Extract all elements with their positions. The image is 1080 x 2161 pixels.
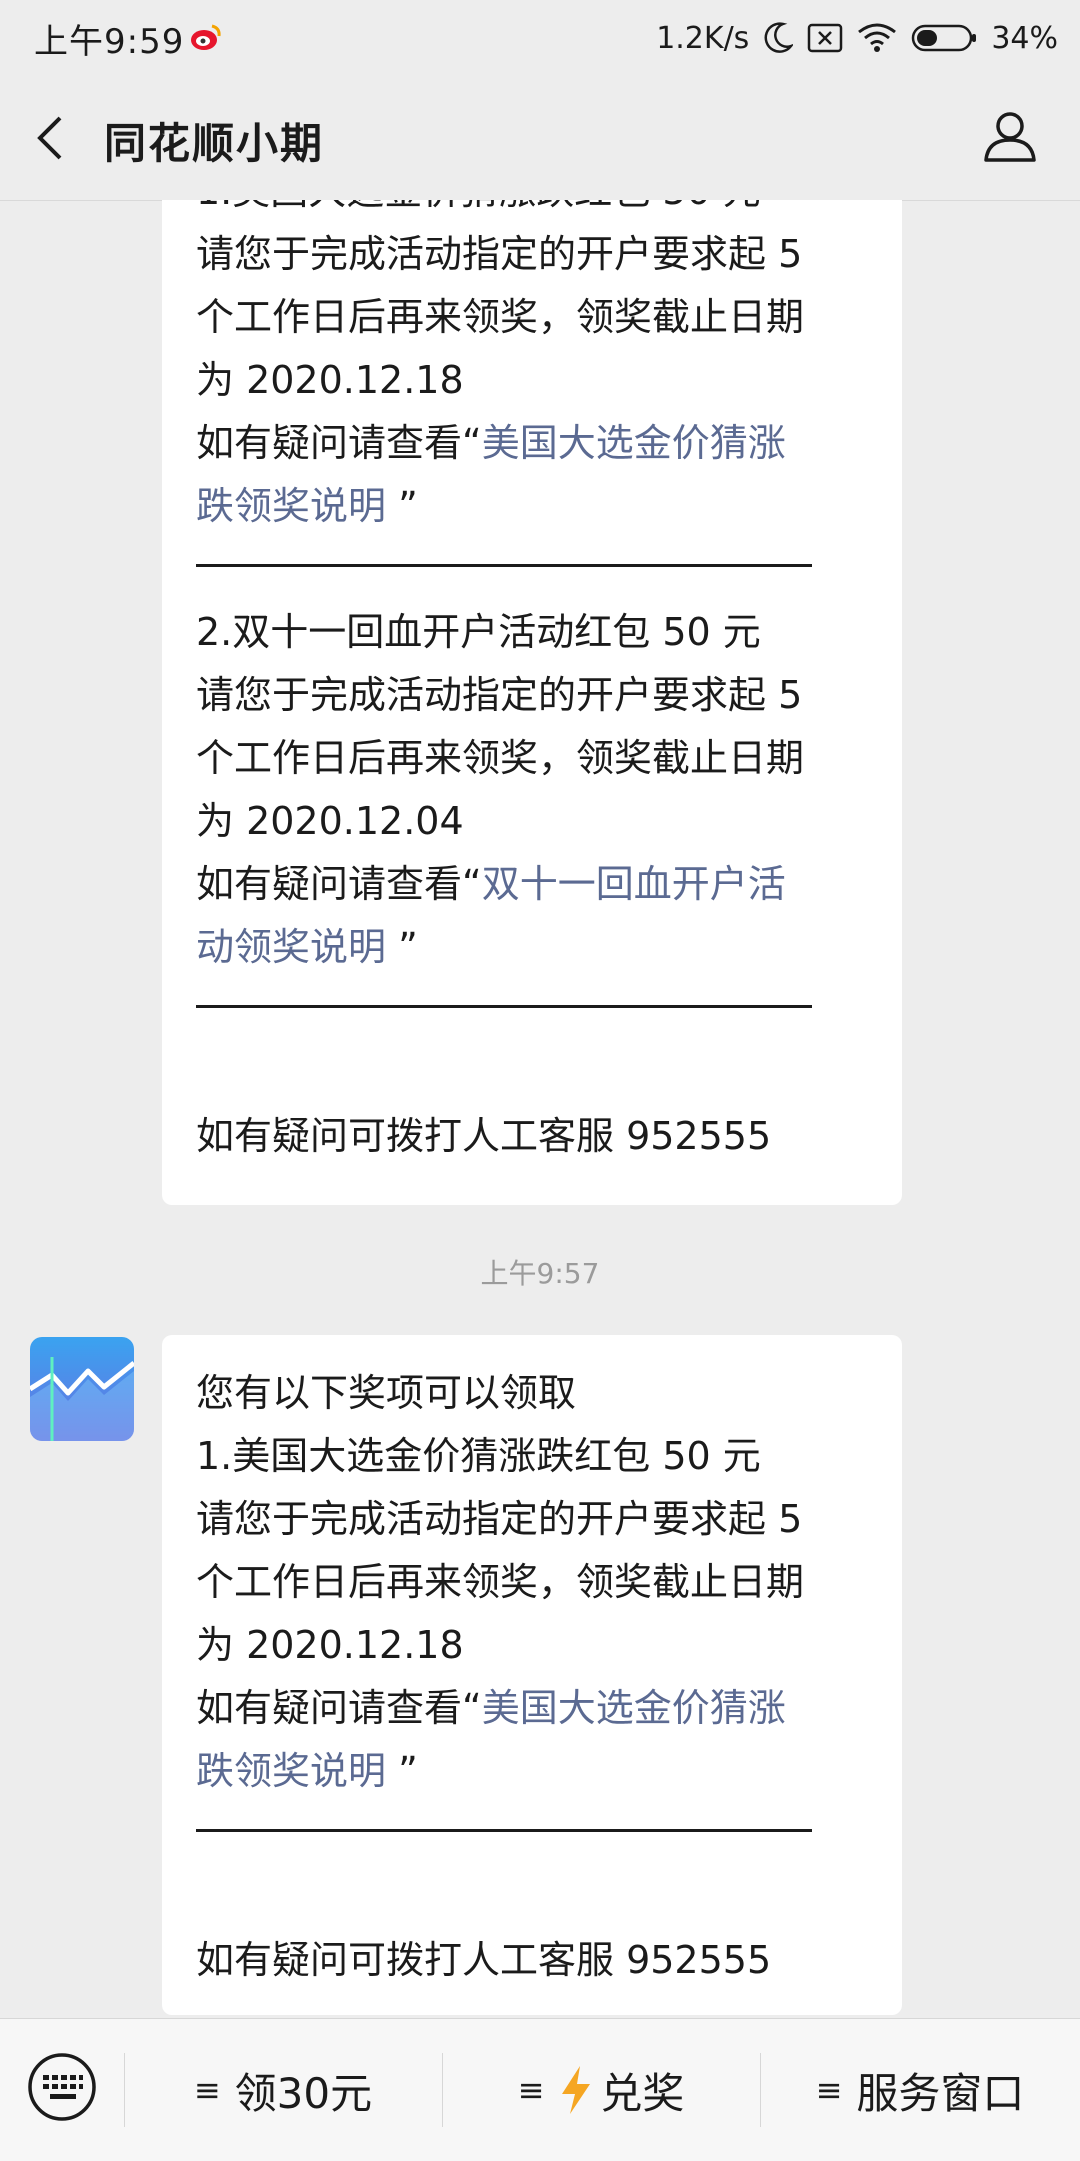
message-intro: 您有以下奖项可以领取 [196,1371,577,1415]
help-link[interactable]: 跌领奖说明 [196,484,386,528]
lightning-icon [562,2066,591,2114]
status-icons: 1.2K/s 34% [656,14,1058,62]
message-line: 如有疑问请查看“美国大选金价猜涨 [196,1677,868,1740]
network-speed: 1.2K/s [656,20,750,56]
open-quote: “ [462,862,482,906]
help-link[interactable]: 美国大选金价猜涨 [482,1686,786,1730]
status-bar: 上午9:59 1.2K/s 34% [0,0,1080,76]
message-line: 为 2020.12.04 [196,799,464,843]
menu-label: 兑奖 [600,2068,685,2118]
message-line: 为 2020.12.18 [196,1623,464,1667]
menu-label: 领30元 [234,2068,373,2118]
menu-lines-icon: ≡ [193,2071,221,2109]
profile-icon[interactable] [980,106,1040,166]
chat-header: 同花顺小期 [0,76,1080,201]
battery-icon [912,24,977,52]
message-line: 如有疑问请查看“美国大选金价猜涨 [196,412,868,475]
message-line: 个工作日后再来领奖，领奖截止日期 [196,295,805,339]
message-bubble[interactable]: 您有以下奖项可以领取 1.美国大选金价猜涨跌红包 50 元 请您于完成活动指定的… [162,1335,902,2015]
chat-title: 同花顺小期 [104,119,325,168]
divider [196,1829,812,1832]
open-quote: “ [462,1686,482,1730]
message-line: 2.双十一回血开户活动红包 50 元 [196,610,761,654]
help-link[interactable]: 美国大选金价猜涨 [482,421,786,465]
message-footer: 如有疑问可拨打人工客服 952555 [196,1114,772,1158]
message-list[interactable]: 1.美国大选金价猜涨跌红包 50 元 请您于完成活动指定的开户要求起 5 个工作… [0,200,1080,2018]
menu-lines-icon: ≡ [815,2071,843,2109]
weibo-icon [191,24,221,50]
menu-label: 服务窗口 [856,2068,1025,2118]
link-prefix: 如有疑问请查看 [196,421,463,465]
close-quote: ” [386,925,418,969]
help-link[interactable]: 动领奖说明 [196,925,386,969]
no-sim-icon [808,23,843,53]
message-line: 如有疑问请查看“双十一回血开户活 [196,853,868,916]
help-link[interactable]: 双十一回血开户活 [482,862,786,906]
message-line: 为 2020.12.18 [196,358,464,402]
message-line: 请您于完成活动指定的开户要求起 5 [196,1497,803,1541]
divider [196,564,812,567]
bottom-menu-bar: ≡ 领30元 ≡ 兑奖 ≡ 服务窗口 [0,2018,1080,2161]
help-link[interactable]: 跌领奖说明 [196,1749,386,1793]
wifi-icon [858,23,897,52]
message-line: 1.美国大选金价猜涨跌红包 50 元 [196,1434,761,1478]
message-line: 个工作日后再来领奖，领奖截止日期 [196,1560,805,1604]
link-prefix: 如有疑问请查看 [196,1686,463,1730]
back-icon[interactable] [30,112,74,164]
close-quote: ” [386,484,418,528]
menu-lines-icon: ≡ [517,2071,545,2109]
message-line: 1.美国大选金价猜涨跌红包 50 元 [196,200,868,223]
status-time: 上午9:59 [34,22,185,62]
divider [196,1005,812,1008]
battery-level: 34% [991,20,1058,56]
message-timestamp: 上午9:57 [480,1257,600,1290]
menu-item-claim-30[interactable]: ≡ 领30元 [124,2019,442,2161]
open-quote: “ [462,421,482,465]
close-quote: ” [386,1749,418,1793]
keyboard-icon[interactable] [26,2051,98,2123]
message-footer: 如有疑问可拨打人工客服 952555 [196,1938,772,1982]
message-line: 动领奖说明 ” [196,916,868,979]
menu-item-service-window[interactable]: ≡ 服务窗口 [760,2019,1080,2161]
message-line: 跌领奖说明 ” [196,1740,868,1803]
menu-item-redeem[interactable]: ≡ 兑奖 [442,2019,760,2161]
message-line: 请您于完成活动指定的开户要求起 5 [196,232,803,276]
moon-icon [764,22,794,53]
message-bubble[interactable]: 1.美国大选金价猜涨跌红包 50 元 请您于完成活动指定的开户要求起 5 个工作… [162,200,902,1205]
message-line: 请您于完成活动指定的开户要求起 5 [196,673,803,717]
avatar[interactable] [30,1337,134,1441]
link-prefix: 如有疑问请查看 [196,862,463,906]
message-line: 个工作日后再来领奖，领奖截止日期 [196,736,805,780]
message-line: 跌领奖说明 ” [196,475,868,538]
